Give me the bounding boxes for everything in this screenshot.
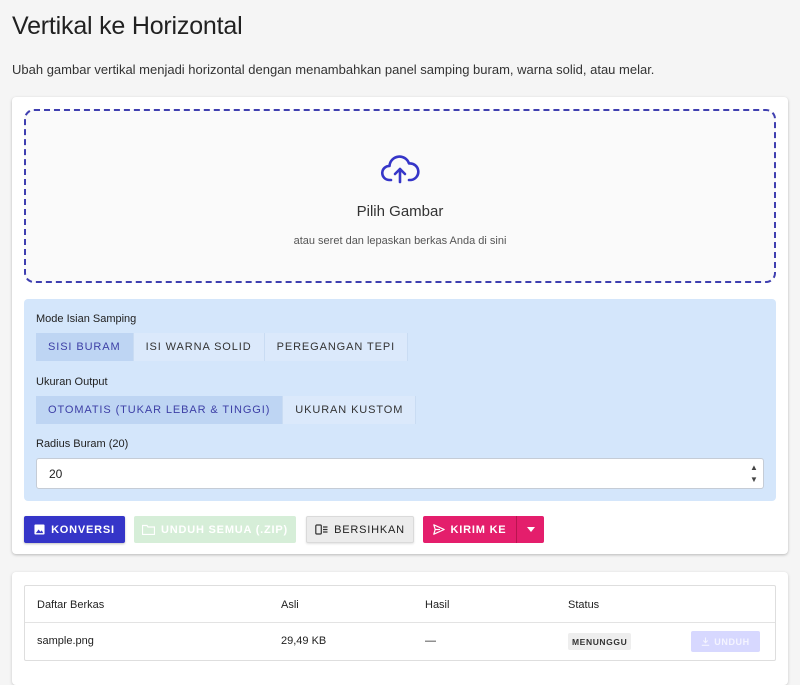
output-size-auto-option[interactable]: OTOMATIS (TUKAR LEBAR & TINGGI): [36, 396, 284, 424]
spin-down-icon[interactable]: ▼: [749, 474, 759, 486]
folder-zip-icon: [141, 524, 155, 535]
dropzone-title: Pilih Gambar: [356, 203, 444, 220]
action-bar: KONVERSI UNDUH SEMUA (.ZIP) BERSIHKAN KI…: [24, 516, 776, 544]
fill-mode-stretch-option[interactable]: PEREGANGAN TEPI: [264, 333, 409, 361]
number-spinner[interactable]: ▲ ▼: [749, 462, 759, 486]
file-list-card: Daftar Berkas Asli Hasil Status sample.p…: [12, 572, 788, 685]
file-dropzone[interactable]: Pilih Gambar atau seret dan lepaskan ber…: [24, 109, 776, 283]
fill-mode-blur-option[interactable]: SISI BURAM: [36, 333, 134, 361]
output-size-custom-option[interactable]: UKURAN KUSTOM: [283, 396, 417, 424]
send-to-dropdown-button[interactable]: [516, 516, 544, 543]
download-all-zip-button[interactable]: UNDUH SEMUA (.ZIP): [134, 516, 296, 543]
file-table: Daftar Berkas Asli Hasil Status sample.p…: [24, 585, 776, 661]
fill-mode-toggle-group: SISI BURAM ISI WARNA SOLID PEREGANGAN TE…: [36, 333, 409, 361]
fill-mode-label: Mode Isian Samping: [36, 313, 137, 325]
spin-up-icon[interactable]: ▲: [749, 462, 759, 474]
cloud-upload-icon: [380, 155, 420, 184]
caret-down-icon: [526, 527, 535, 532]
convert-button[interactable]: KONVERSI: [24, 516, 125, 543]
output-size-toggle-group: OTOMATIS (TUKAR LEBAR & TINGGI) UKURAN K…: [36, 396, 417, 424]
row-download-label: UNDUH: [714, 636, 750, 647]
clear-button[interactable]: BERSIHKAN: [306, 516, 414, 543]
send-icon: [432, 524, 445, 535]
page-title: Vertikal ke Horizontal: [12, 12, 243, 40]
column-header-original: Asli: [281, 599, 299, 611]
clear-label: BERSIHKAN: [334, 523, 405, 536]
clear-all-icon: [315, 524, 328, 535]
column-header-file-list: Daftar Berkas: [37, 599, 105, 611]
table-header-row: Daftar Berkas Asli Hasil Status: [25, 586, 775, 623]
column-header-result: Hasil: [425, 599, 450, 611]
status-badge: MENUNGGU: [568, 633, 632, 650]
fill-mode-solid-option[interactable]: ISI WARNA SOLID: [133, 333, 265, 361]
convert-label: KONVERSI: [51, 523, 115, 536]
table-row: sample.png 29,49 KB — MENUNGGU UNDUH: [25, 623, 775, 660]
send-to-label: KIRIM KE: [450, 523, 507, 536]
download-all-label: UNDUH SEMUA (.ZIP): [160, 523, 289, 536]
options-panel: Mode Isian Samping SISI BURAM ISI WARNA …: [24, 299, 776, 501]
column-header-status: Status: [568, 599, 600, 611]
result-size-cell: —: [425, 635, 436, 647]
download-icon: [702, 637, 710, 646]
original-size-cell: 29,49 KB: [281, 635, 327, 647]
output-size-label: Ukuran Output: [36, 376, 108, 388]
send-to-button[interactable]: KIRIM KE: [423, 516, 516, 543]
image-icon: [34, 524, 45, 535]
converter-card: Pilih Gambar atau seret dan lepaskan ber…: [12, 97, 788, 554]
blur-radius-input[interactable]: 20 ▲ ▼: [36, 458, 764, 489]
file-name-cell: sample.png: [37, 635, 94, 647]
dropzone-subtitle: atau seret dan lepaskan berkas Anda di s…: [293, 235, 507, 247]
blur-radius-value: 20: [49, 466, 63, 481]
page-description: Ubah gambar vertikal menjadi horizontal …: [12, 62, 655, 77]
blur-radius-label: Radius Buram (20): [36, 438, 129, 450]
row-download-button[interactable]: UNDUH: [691, 631, 760, 652]
